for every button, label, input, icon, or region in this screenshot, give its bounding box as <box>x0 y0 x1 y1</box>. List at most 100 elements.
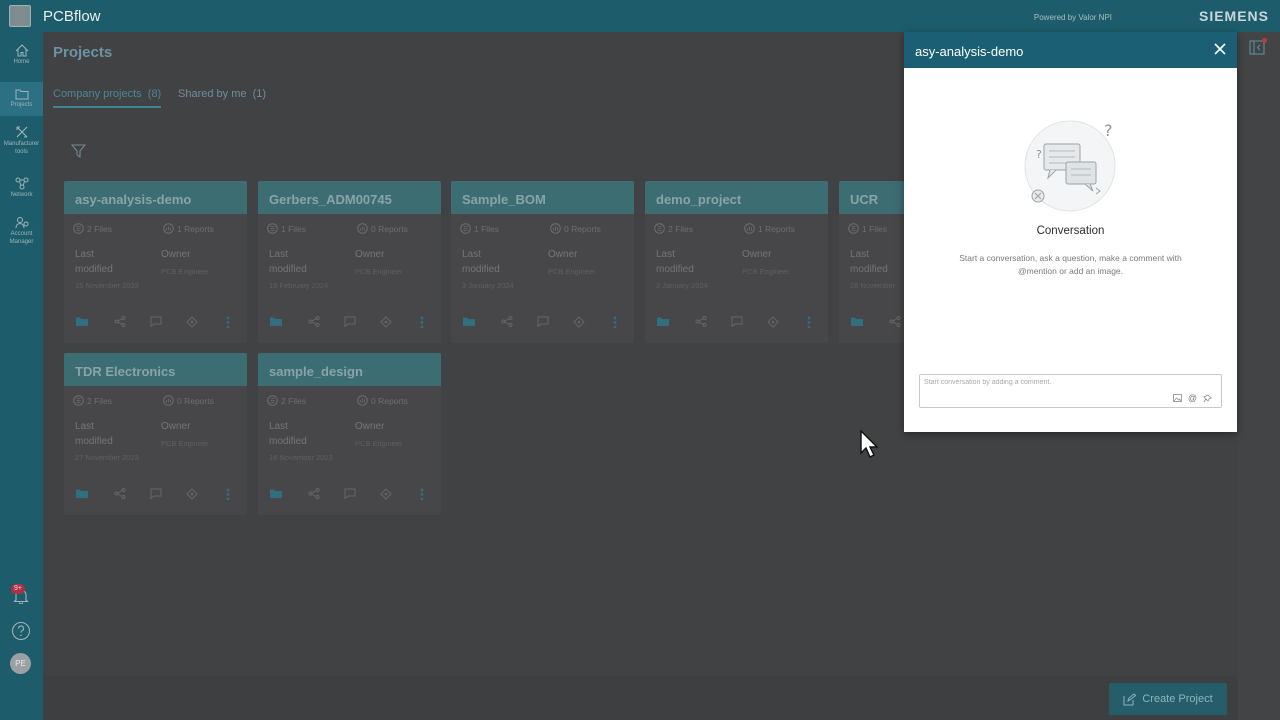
project-card-body: 2 Files 1 Reports Last modified 15 Novem… <box>64 214 247 343</box>
files-icon <box>267 223 281 234</box>
account-manager-icon <box>15 217 28 229</box>
more-options-icon[interactable] <box>226 488 230 501</box>
tag-icon[interactable] <box>380 488 392 500</box>
comment-icon[interactable] <box>344 488 356 499</box>
files-icon <box>848 223 862 234</box>
more-options-icon[interactable] <box>226 316 230 329</box>
comment-icon[interactable] <box>150 488 162 499</box>
tag-icon[interactable] <box>573 316 585 328</box>
project-card[interactable]: Gerbers_ADM00745 1 Files 0 Reports Last … <box>258 181 441 343</box>
open-folder-icon[interactable] <box>269 488 283 499</box>
tab-company-projects[interactable]: Company projects (8) <box>53 88 162 108</box>
comment-icon[interactable] <box>731 316 743 327</box>
files-icon <box>460 223 474 234</box>
more-options-icon[interactable] <box>420 316 424 329</box>
open-folder-icon[interactable] <box>75 488 89 499</box>
nav-item-home[interactable]: Home <box>0 44 43 74</box>
image-icon[interactable] <box>1172 394 1182 402</box>
nav-item-network[interactable]: Network <box>0 177 43 205</box>
tag-icon[interactable] <box>186 488 198 500</box>
files-label: 2 Files <box>87 395 113 406</box>
project-card[interactable]: asy-analysis-demo 2 Files 1 Reports Last… <box>64 181 247 343</box>
more-options-icon[interactable] <box>807 316 811 329</box>
create-project-button[interactable]: Create Project <box>1109 683 1227 715</box>
nav-label-projects: Projects <box>10 102 33 108</box>
network-icon <box>15 177 28 190</box>
project-card[interactable]: UCR 1 Files Last modified 28 November <box>839 181 904 343</box>
project-card-title[interactable]: TDR Electronics <box>64 353 247 386</box>
pin-icon[interactable] <box>1203 394 1212 403</box>
tag-icon[interactable] <box>380 316 392 328</box>
open-folder-icon[interactable] <box>656 316 670 327</box>
project-card[interactable]: Sample_BOM 1 Files 0 Reports Last modifi… <box>451 181 634 343</box>
comment-icon[interactable] <box>150 316 162 327</box>
last-modified-label: Last modified <box>75 247 113 277</box>
app-logo-icon[interactable] <box>9 5 31 27</box>
project-card-title[interactable]: demo_project <box>645 181 828 214</box>
project-card-title[interactable]: Sample_BOM <box>451 181 634 214</box>
last-modified-date: 3 January 2024 <box>462 281 514 290</box>
project-card-title[interactable]: asy-analysis-demo <box>64 181 247 214</box>
comment-icon[interactable] <box>344 316 356 327</box>
project-card-title[interactable]: Gerbers_ADM00745 <box>258 181 441 214</box>
card-actions <box>64 316 247 332</box>
project-card-title[interactable]: sample_design <box>258 353 441 386</box>
nav-item-manufacturer-tools[interactable]: Manufacturer tools <box>0 125 43 163</box>
open-folder-icon[interactable] <box>462 316 476 327</box>
owner-label: Owner <box>355 249 385 260</box>
project-card-title[interactable]: UCR <box>839 181 904 214</box>
help-icon[interactable] <box>11 621 31 641</box>
user-avatar[interactable]: PE <box>10 653 31 674</box>
last-label: Last <box>656 249 675 260</box>
open-folder-icon[interactable] <box>850 316 864 327</box>
share-icon[interactable] <box>889 316 901 327</box>
card-actions <box>64 488 247 504</box>
share-icon[interactable] <box>695 316 707 327</box>
files-count: 2 Files <box>73 223 112 234</box>
comment-input[interactable] <box>924 379 1174 386</box>
share-icon[interactable] <box>501 316 513 327</box>
open-folder-icon[interactable] <box>75 316 89 327</box>
project-card[interactable]: sample_design 2 Files 0 Reports Last mod… <box>258 353 441 515</box>
card-actions <box>258 316 441 332</box>
top-bar: PCBflow Powered by Valor NPI SIEMENS <box>0 0 1280 32</box>
project-card-body: 2 Files 1 Reports Last modified 2 Januar… <box>645 214 828 343</box>
mention-icon[interactable]: @ <box>1188 393 1197 403</box>
files-count: 1 Files <box>460 223 499 234</box>
more-options-icon[interactable] <box>613 316 617 329</box>
last-label: Last <box>462 249 481 260</box>
owner-label: Owner <box>355 421 385 432</box>
left-nav: Home Projects Manufacturer tools Network… <box>0 32 43 720</box>
filter-icon[interactable] <box>71 144 86 158</box>
open-folder-icon[interactable] <box>269 316 283 327</box>
siemens-logo: SIEMENS <box>1198 8 1269 24</box>
more-options-icon[interactable] <box>420 488 424 501</box>
dialog-header: asy-analysis-demo <box>904 32 1237 68</box>
tab-shared-by-me[interactable]: Shared by me (1) <box>178 88 266 100</box>
project-card[interactable]: demo_project 2 Files 1 Reports Last modi… <box>645 181 828 343</box>
reports-count: 1 Reports <box>744 223 795 234</box>
owner-value: PCB Engineer <box>355 439 403 448</box>
last-modified-label: Last modified <box>75 419 113 449</box>
tag-icon[interactable] <box>186 316 198 328</box>
share-icon[interactable] <box>308 316 320 327</box>
close-icon[interactable] <box>1213 42 1227 56</box>
last-modified-date: 28 November <box>850 281 896 290</box>
modified-label: modified <box>656 264 694 275</box>
share-icon[interactable] <box>114 316 126 327</box>
modified-label: modified <box>850 264 888 275</box>
comment-icon[interactable] <box>537 316 549 327</box>
files-icon <box>654 223 668 234</box>
tag-icon[interactable] <box>767 316 779 328</box>
tab-label: Shared by me <box>178 88 247 100</box>
nav-item-account-manager[interactable]: Account Manager <box>0 216 43 256</box>
project-card[interactable]: TDR Electronics 2 Files 0 Reports Last m… <box>64 353 247 515</box>
nav-item-projects[interactable]: Projects <box>0 82 43 116</box>
dialog-title: asy-analysis-demo <box>915 44 1024 59</box>
svg-text:?: ? <box>1036 148 1042 161</box>
share-icon[interactable] <box>114 488 126 499</box>
share-icon[interactable] <box>308 488 320 499</box>
card-actions <box>645 316 828 332</box>
reports-icon <box>163 223 177 234</box>
comment-box[interactable]: @ <box>919 374 1222 408</box>
